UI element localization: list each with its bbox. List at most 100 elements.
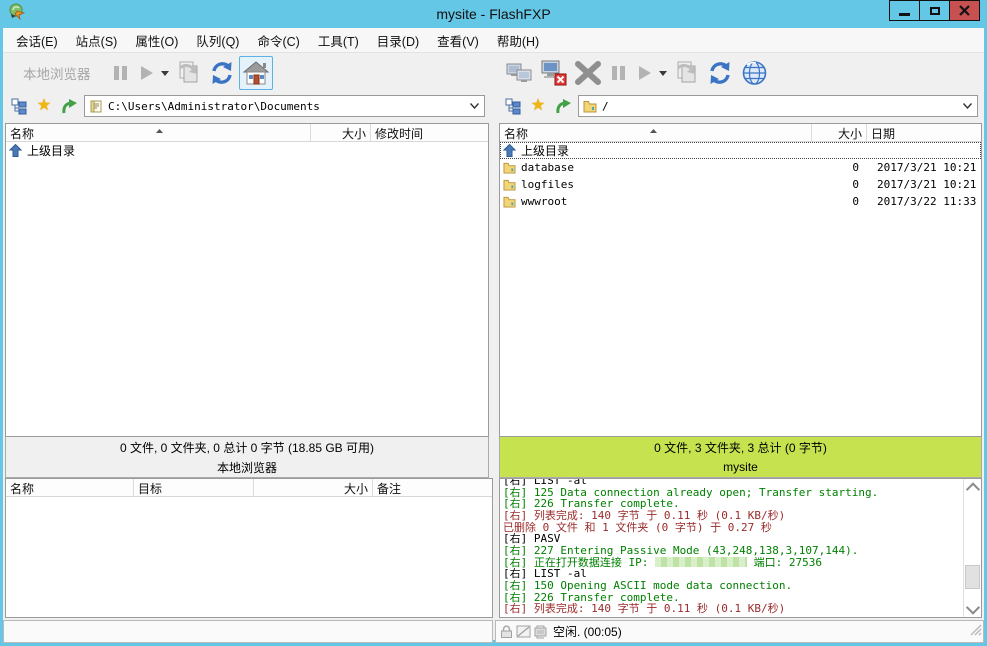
start-queue-button-remote[interactable] [631, 56, 657, 90]
maximize-icon [930, 7, 940, 15]
chevron-up-icon [965, 482, 979, 496]
remote-toolbar [497, 53, 984, 93]
remote-path-dropdown[interactable] [959, 96, 975, 116]
folder-tree-icon [11, 98, 28, 115]
lock-icon [499, 625, 514, 639]
remote-path-combobox[interactable]: / [578, 95, 978, 117]
scrollbar-thumb[interactable] [965, 565, 980, 589]
local-list-body: 上级目录 [6, 142, 488, 436]
menu-queue[interactable]: 队列(Q) [187, 28, 248, 53]
remote-pane: ★ / [497, 53, 984, 478]
menu-help[interactable]: 帮助(H) [488, 28, 548, 53]
start-queue-button[interactable] [133, 56, 159, 90]
globe-icon [741, 60, 768, 86]
disconnect-button[interactable] [537, 56, 571, 90]
pause-queue-button[interactable] [107, 56, 133, 90]
local-address-bar: ★ C:\Users\Administrator\Doc [3, 93, 491, 121]
close-button[interactable] [949, 0, 980, 21]
pause-queue-button-remote[interactable] [605, 56, 631, 90]
menu-options[interactable]: 属性(O) [126, 28, 187, 53]
abort-x-icon [575, 61, 601, 85]
local-status-label: 本地浏览器 [6, 457, 488, 477]
queue-column-name[interactable]: 名称 [6, 479, 134, 496]
menu-session[interactable]: 会话(E) [7, 28, 67, 53]
queue-column-target[interactable]: 目标 [134, 479, 254, 496]
parent-directory-row[interactable]: 上级目录 [6, 142, 488, 159]
chevron-down-icon [161, 71, 169, 76]
window-frame: 会话(E) 站点(S) 属性(O) 队列(Q) 命令(C) 工具(T) 目录(D… [3, 28, 984, 640]
app-icon [8, 3, 25, 25]
home-button[interactable] [239, 56, 273, 90]
title-bar[interactable]: mysite - FlashFXP [0, 0, 987, 28]
log-line: [右] 150 Opening ASCII mode data connecti… [503, 580, 961, 592]
chevron-down-icon [659, 71, 667, 76]
file-row[interactable]: database02017/3/21 10:21 [500, 159, 981, 176]
folder-icon [503, 162, 516, 174]
folder-tree-button-remote[interactable] [503, 96, 523, 116]
local-status-counts: 0 文件, 0 文件夹, 0 总计 0 字节 (18.85 GB 可用) [6, 437, 488, 457]
menu-sites[interactable]: 站点(S) [67, 28, 127, 53]
queue-column-size[interactable]: 大小 [254, 479, 373, 496]
scrollbar-track[interactable] [964, 496, 981, 600]
local-path-dropdown[interactable] [466, 96, 482, 116]
idle-status-text: 空闲. (00:05) [553, 623, 622, 640]
start-queue-dropdown[interactable] [159, 56, 171, 90]
column-header-size[interactable]: 大小 [812, 124, 867, 141]
parent-directory-row[interactable]: 上级目录 [500, 142, 981, 159]
refresh-button-remote[interactable] [703, 56, 737, 90]
transfer-icon [174, 60, 202, 86]
folder-tree-icon [505, 98, 522, 115]
maximize-button[interactable] [919, 0, 950, 21]
connect-button[interactable] [503, 56, 537, 90]
sort-ascending-icon [156, 129, 163, 133]
refresh-button[interactable] [205, 56, 239, 90]
column-header-name[interactable]: 名称 [6, 124, 311, 141]
transfer-selected-button-remote[interactable] [669, 56, 703, 90]
remote-file-rows: database02017/3/21 10:21logfiles02017/3/… [500, 159, 981, 210]
folder-tree-button[interactable] [9, 96, 29, 116]
local-path-combobox[interactable]: C:\Users\Administrator\Documents [84, 95, 485, 117]
start-queue-dropdown-remote[interactable] [657, 56, 669, 90]
up-directory-button-remote[interactable] [553, 96, 573, 116]
home-icon [242, 60, 270, 86]
scroll-down-button[interactable] [964, 600, 981, 617]
remote-path-value: / [602, 100, 959, 113]
menu-bar: 会话(E) 站点(S) 属性(O) 队列(Q) 命令(C) 工具(T) 目录(D… [3, 28, 984, 53]
log-line: [右] 226 Transfer complete. [503, 592, 961, 604]
local-browser-selector[interactable]: 本地浏览器 [23, 63, 91, 83]
favorites-button-remote[interactable]: ★ [528, 96, 548, 116]
queue-header: 名称 目标 大小 备注 [6, 479, 492, 497]
resize-grip[interactable] [969, 623, 982, 641]
up-directory-button[interactable] [59, 96, 79, 116]
file-row[interactable]: logfiles02017/3/21 10:21 [500, 176, 981, 193]
transfer-selected-button[interactable] [171, 56, 205, 90]
menu-view[interactable]: 查看(V) [428, 28, 488, 53]
column-header-size[interactable]: 大小 [311, 124, 371, 141]
log-line: [右] LIST -al [503, 568, 961, 580]
menu-directory[interactable]: 目录(D) [368, 28, 428, 53]
flashfxp-window: mysite - FlashFXP 会话(E) 站点(S) 属性(O) 队列(Q… [0, 0, 987, 646]
queue-body[interactable] [6, 497, 492, 617]
scroll-up-button[interactable] [964, 479, 981, 496]
column-header-name[interactable]: 名称 [500, 124, 812, 141]
minimize-button[interactable] [889, 0, 920, 21]
local-status-panel: 0 文件, 0 文件夹, 0 总计 0 字节 (18.85 GB 可用) 本地浏… [5, 437, 489, 478]
bottom-area: 名称 目标 大小 备注 [右] LIST -al [右] 125 Data con… [3, 478, 984, 618]
log-line: [右] 正在打开数据连接 IP: 端口: 27536 [503, 557, 961, 569]
log-line: [右] 125 Data connection already open; Tr… [503, 487, 961, 499]
pause-icon [111, 64, 129, 82]
minimize-icon [899, 13, 910, 16]
web-button[interactable] [737, 56, 771, 90]
session-log[interactable]: [右] LIST -al [右] 125 Data connection alre… [499, 478, 982, 618]
queue-column-note[interactable]: 备注 [373, 479, 492, 496]
column-header-modified[interactable]: 修改时间 [371, 124, 488, 141]
column-header-date[interactable]: 日期 [867, 124, 981, 141]
log-line: [右] PASV [503, 533, 961, 545]
menu-commands[interactable]: 命令(C) [248, 28, 308, 53]
log-line: [右] 227 Entering Passive Mode (43,248,13… [503, 545, 961, 557]
favorites-button[interactable]: ★ [34, 96, 54, 116]
log-scrollbar[interactable] [963, 479, 981, 617]
menu-tools[interactable]: 工具(T) [309, 28, 368, 53]
file-row[interactable]: wwwroot02017/3/22 11:33 [500, 193, 981, 210]
abort-button[interactable] [571, 56, 605, 90]
